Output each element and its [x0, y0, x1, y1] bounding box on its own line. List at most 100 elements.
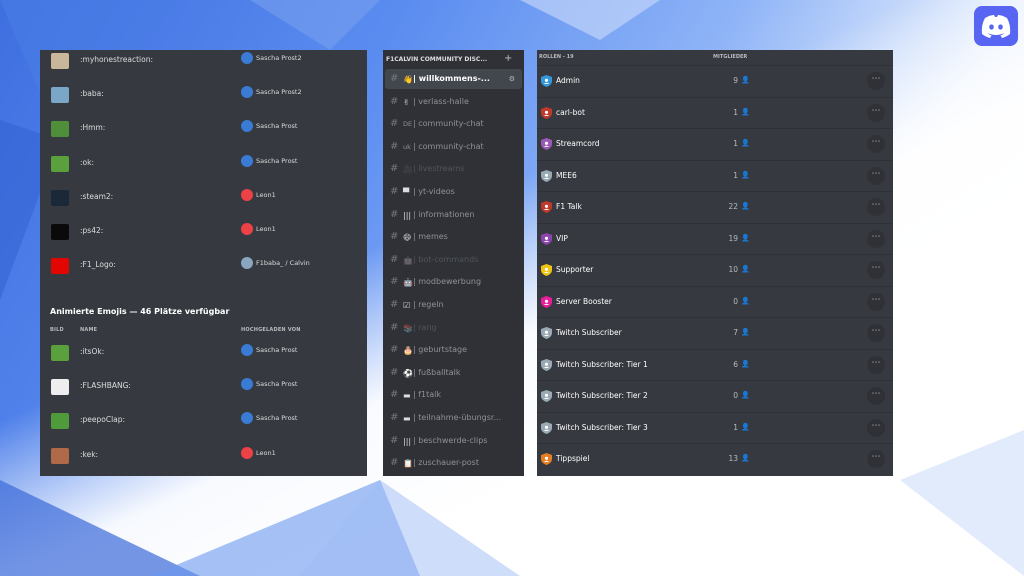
- emoji-row[interactable]: :itsOk: Sascha Prost: [40, 337, 367, 371]
- uploader-name: Sascha Prost: [256, 122, 298, 131]
- channel-item[interactable]: # ▀ | yt-videos: [385, 182, 522, 202]
- channel-hash-icon: #: [390, 412, 399, 423]
- role-name: carl-bot: [556, 107, 585, 117]
- role-row[interactable]: Supporter 10 👤 ⋯: [537, 254, 893, 286]
- role-member-count: 0: [733, 391, 738, 400]
- role-row[interactable]: Streamcord 1 👤 ⋯: [537, 128, 893, 160]
- emoji-row[interactable]: :steam2: Leon1: [40, 182, 367, 216]
- more-options-button[interactable]: ⋯: [867, 387, 885, 405]
- channel-item[interactable]: # 🤖 | bot-commands: [385, 250, 522, 270]
- channel-name: | geburtstage: [413, 345, 468, 355]
- emoji-image: [51, 447, 69, 464]
- role-row[interactable]: carl-bot 1 👤 ⋯: [537, 96, 893, 129]
- channel-item[interactable]: # ⚽ | fußballtalk: [385, 363, 522, 383]
- channel-name: | modbewerbung: [413, 277, 482, 287]
- emoji-row[interactable]: :FLASHBANG: Sascha Prost: [40, 371, 367, 405]
- channel-hash-icon: #: [390, 253, 399, 265]
- emoji-uploader: Sascha Prost: [241, 378, 298, 391]
- channel-name: | zuschauer-post: [413, 458, 479, 468]
- column-header-name: NAME: [80, 327, 98, 333]
- more-options-button[interactable]: ⋯: [867, 324, 885, 342]
- channel-emoji-icon: ✌: [403, 97, 410, 107]
- more-options-button[interactable]: ⋯: [867, 103, 885, 122]
- channel-hash-icon: #: [390, 73, 399, 84]
- role-row[interactable]: Server Booster 0 👤 ⋯: [537, 285, 893, 318]
- channel-item[interactable]: # 🎥 | livestreams: [385, 159, 522, 179]
- emoji-uploader: Sascha Prost: [241, 154, 298, 167]
- channel-item[interactable]: # 📚 | rang: [385, 318, 522, 338]
- channel-hash-icon: #: [390, 457, 399, 469]
- add-channel-icon[interactable]: +: [504, 53, 512, 64]
- channel-item[interactable]: # ▬ | f1talk: [385, 385, 522, 405]
- more-options-button[interactable]: ⋯: [867, 261, 885, 279]
- role-name: MEE6: [556, 170, 577, 180]
- emoji-row[interactable]: :myhonestreaction: Sascha Prost2: [40, 45, 367, 79]
- channel-item[interactable]: # ☑ | regeln: [385, 295, 522, 315]
- role-row[interactable]: Admin 9 👤 ⋯: [537, 65, 893, 97]
- server-name[interactable]: F1CALVIN COMMUNITY DISC...: [386, 56, 504, 63]
- channel-name: | willkommens-...: [413, 74, 490, 83]
- more-options-button[interactable]: ⋯: [867, 450, 885, 468]
- more-options-button[interactable]: ⋯: [867, 135, 885, 153]
- role-row[interactable]: MEE6 1 👤 ⋯: [537, 159, 893, 192]
- channel-hash-icon: #: [390, 140, 399, 152]
- emoji-row[interactable]: :ps42: Leon1: [40, 216, 367, 250]
- channel-item[interactable]: # ▬ | teilnahme-übungsr...: [385, 408, 522, 428]
- channel-item[interactable]: # 🤖 | modbewerbung: [385, 272, 522, 292]
- channel-emoji-icon: 🎥: [403, 165, 413, 175]
- role-name: Admin: [556, 76, 580, 85]
- channel-item[interactable]: # uk | community-chat: [385, 137, 522, 157]
- role-row[interactable]: F1 Talk 22 👤 ⋯: [537, 191, 893, 223]
- channel-emoji-icon: 🤖: [403, 255, 413, 265]
- emoji-row[interactable]: :ok: Sascha Prost: [40, 148, 367, 182]
- emoji-list-panel: :myhonestreaction: Sascha Prost2:baba: Sas…: [40, 50, 367, 476]
- more-options-button[interactable]: ⋯: [867, 418, 885, 437]
- role-row[interactable]: Twitch Subscriber: Tier 1 6 👤 ⋯: [537, 348, 893, 381]
- role-row[interactable]: Twitch Subscriber: Tier 2 0 👤 ⋯: [537, 380, 893, 412]
- channel-name: | yt-videos: [413, 187, 455, 196]
- more-options-button[interactable]: ⋯: [867, 166, 885, 185]
- emoji-row[interactable]: :peepoClap: Sascha Prost: [40, 405, 367, 439]
- role-name: VIP: [556, 233, 568, 243]
- channel-name: | community-chat: [413, 141, 484, 151]
- more-options-button[interactable]: ⋯: [867, 355, 885, 374]
- role-row[interactable]: Twitch Subscriber 7 👤 ⋯: [537, 317, 893, 349]
- channel-item[interactable]: # ||| | beschwerde-clips: [385, 431, 522, 451]
- uploader-name: Sascha Prost: [256, 156, 298, 165]
- more-options-button[interactable]: ⋯: [867, 72, 885, 90]
- role-row[interactable]: Twitch Subscriber: Tier 3 1 👤 ⋯: [537, 411, 893, 444]
- channel-hash-icon: #: [390, 366, 399, 378]
- emoji-uploader: Sascha Prost: [241, 412, 298, 425]
- uploader-avatar: [241, 344, 253, 356]
- role-member-count: 1: [733, 422, 738, 432]
- animated-emoji-section-title: Animierte Emojis — 46 Plätze verfügbar: [50, 307, 230, 316]
- emoji-row[interactable]: :kek: Leon1: [40, 440, 367, 474]
- column-header-image: BILD: [50, 327, 64, 333]
- emoji-row[interactable]: :F1_Logo: F1baba_ / Calvin: [40, 250, 367, 284]
- role-shield-icon: [541, 106, 552, 119]
- channel-name: | memes: [413, 232, 448, 242]
- more-options-button[interactable]: ⋯: [867, 292, 885, 311]
- person-icon: 👤: [741, 265, 750, 273]
- channel-hash-icon: #: [390, 344, 399, 356]
- emoji-row[interactable]: :baba: Sascha Prost2: [40, 79, 367, 113]
- channel-item[interactable]: # DE | community-chat: [385, 114, 522, 134]
- channel-item[interactable]: # ✌ | verlass-halle: [385, 92, 522, 112]
- role-row[interactable]: VIP 19 👤 ⋯: [537, 222, 893, 255]
- role-member-count: 7: [733, 328, 738, 337]
- more-options-button[interactable]: ⋯: [867, 198, 885, 216]
- emoji-image: [51, 87, 69, 104]
- channel-item[interactable]: # ||| | informationen: [385, 205, 522, 225]
- person-icon: 👤: [741, 391, 750, 399]
- channel-item[interactable]: # 🎂 | geburtstage: [385, 340, 522, 360]
- channel-settings-icon[interactable]: ⚙: [509, 75, 515, 83]
- channel-name: | informationen: [413, 209, 475, 219]
- channel-item[interactable]: # 📋 | zuschauer-post: [385, 453, 522, 473]
- emoji-image: [51, 121, 69, 138]
- role-row[interactable]: Tippspiel 13 👤 ⋯: [537, 443, 893, 475]
- channel-name: | teilnahme-übungsr...: [413, 413, 502, 422]
- emoji-row[interactable]: :Hmm: Sascha Prost: [40, 113, 367, 147]
- channel-item[interactable]: # 👋 | willkommens-... ⚙: [385, 69, 522, 89]
- channel-item[interactable]: # 😄 | memes: [385, 227, 522, 247]
- more-options-button[interactable]: ⋯: [867, 229, 885, 248]
